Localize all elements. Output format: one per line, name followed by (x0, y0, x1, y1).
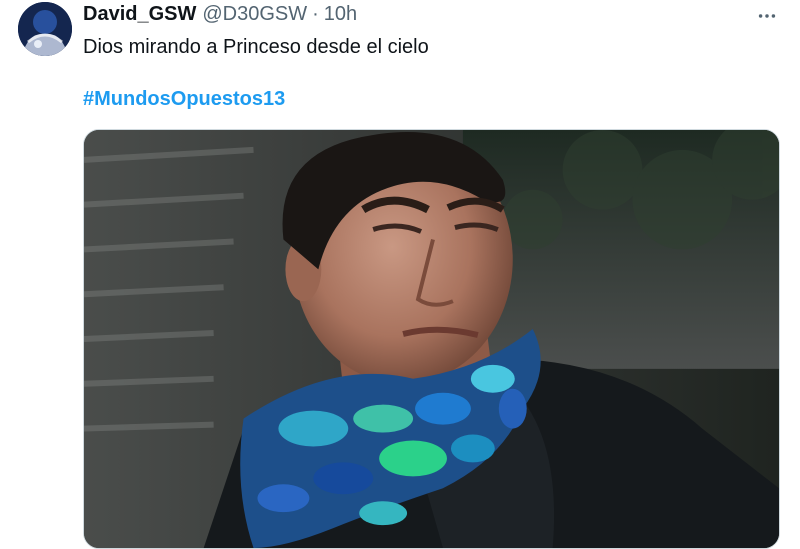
avatar-image (18, 2, 72, 56)
more-horizontal-icon (758, 14, 776, 18)
separator-dot: · (312, 3, 319, 25)
timestamp[interactable]: 10h (324, 3, 357, 26)
tweet-media-image[interactable] (83, 129, 780, 549)
avatar[interactable] (18, 2, 72, 56)
tweet-text: Dios mirando a Princeso desde el cielo (83, 36, 429, 58)
media-illustration (84, 130, 779, 548)
more-options-button[interactable] (750, 2, 784, 30)
hashtag-link[interactable]: #MundosOpuestos13 (83, 87, 285, 111)
tweet-card[interactable]: David_GSW @D30GSW · 10h Dios mirando a P… (0, 0, 800, 549)
tweet-header: David_GSW @D30GSW · 10h (83, 3, 357, 27)
user-handle[interactable]: @D30GSW (202, 3, 307, 26)
display-name[interactable]: David_GSW (83, 3, 196, 26)
